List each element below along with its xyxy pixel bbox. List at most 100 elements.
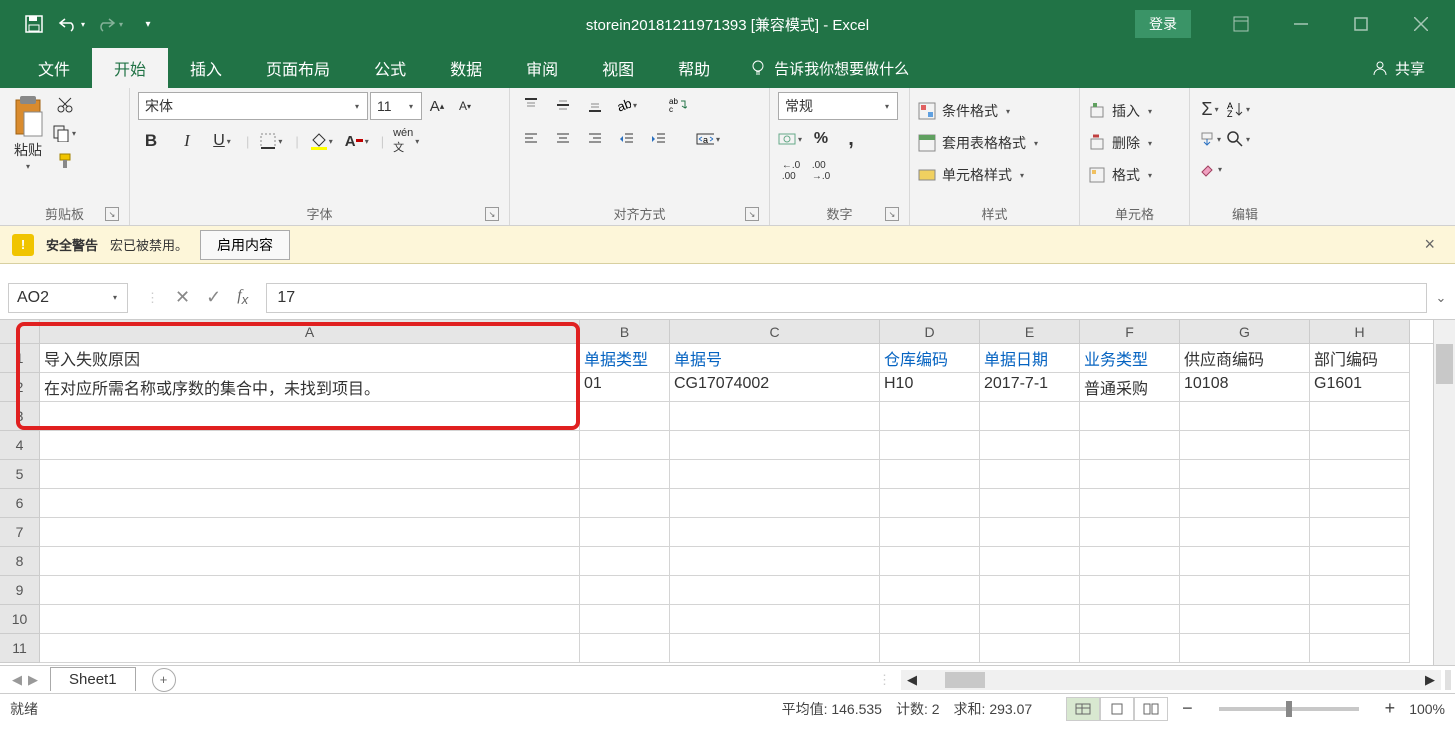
- cell-A3[interactable]: [40, 402, 580, 431]
- cell-D3[interactable]: [880, 402, 980, 431]
- align-center-button[interactable]: [550, 126, 576, 152]
- sheet-nav-prev[interactable]: ◀: [12, 672, 22, 688]
- cell-F9[interactable]: [1080, 576, 1180, 605]
- tab-formula[interactable]: 公式: [352, 48, 428, 88]
- cell-F7[interactable]: [1080, 518, 1180, 547]
- cell-H8[interactable]: [1310, 547, 1410, 576]
- percent-format-button[interactable]: %: [808, 126, 834, 152]
- cell-F6[interactable]: [1080, 489, 1180, 518]
- zoom-level[interactable]: 100%: [1409, 701, 1445, 717]
- insert-cells-button[interactable]: 插入▾: [1088, 96, 1154, 126]
- row-header[interactable]: 9: [0, 576, 40, 605]
- horizontal-scrollbar[interactable]: ◀ ▶: [901, 670, 1441, 690]
- hscroll-right[interactable]: ▶: [1419, 672, 1441, 688]
- bold-button[interactable]: B: [138, 128, 164, 154]
- zoom-out-button[interactable]: −: [1182, 698, 1193, 719]
- tab-layout[interactable]: 页面布局: [244, 48, 352, 88]
- cell-C4[interactable]: [670, 431, 880, 460]
- zoom-thumb[interactable]: [1286, 701, 1292, 717]
- cell-G1[interactable]: 供应商编码: [1180, 344, 1310, 373]
- font-color-button[interactable]: A▾: [345, 128, 371, 154]
- cell-D6[interactable]: [880, 489, 980, 518]
- fx-icon[interactable]: fx: [237, 287, 248, 307]
- row-header[interactable]: 10: [0, 605, 40, 634]
- cut-button[interactable]: [52, 92, 78, 118]
- tab-view[interactable]: 视图: [580, 48, 656, 88]
- align-left-button[interactable]: [518, 126, 544, 152]
- cell-C9[interactable]: [670, 576, 880, 605]
- paste-button[interactable]: 粘贴 ▾: [8, 92, 48, 173]
- cell-B9[interactable]: [580, 576, 670, 605]
- cell-H9[interactable]: [1310, 576, 1410, 605]
- border-button[interactable]: ▾: [259, 128, 285, 154]
- col-header-H[interactable]: H: [1310, 320, 1410, 343]
- cell-A8[interactable]: [40, 547, 580, 576]
- row-header[interactable]: 6: [0, 489, 40, 518]
- tab-home[interactable]: 开始: [92, 48, 168, 88]
- minimize-button[interactable]: [1271, 0, 1331, 48]
- cell-G6[interactable]: [1180, 489, 1310, 518]
- cell-B10[interactable]: [580, 605, 670, 634]
- cell-styles-button[interactable]: 单元格样式▾: [918, 160, 1026, 190]
- orientation-button[interactable]: ab▾: [614, 92, 640, 118]
- cell-A4[interactable]: [40, 431, 580, 460]
- cell-E3[interactable]: [980, 402, 1080, 431]
- close-button[interactable]: [1391, 0, 1451, 48]
- undo-button[interactable]: ▾: [54, 7, 90, 41]
- align-dialog-launcher[interactable]: ↘: [745, 207, 759, 221]
- tell-me-input[interactable]: 告诉我你想要做什么: [732, 58, 909, 79]
- formula-expand-button[interactable]: ⌄: [1427, 290, 1455, 306]
- cell-E6[interactable]: [980, 489, 1080, 518]
- zoom-slider[interactable]: [1219, 707, 1359, 711]
- phonetic-button[interactable]: wén文▾: [394, 128, 420, 154]
- table-format-button[interactable]: 套用表格格式▾: [918, 128, 1040, 158]
- wrap-text-button[interactable]: abc: [664, 92, 690, 118]
- hscroll-left[interactable]: ◀: [901, 672, 923, 688]
- cell-F11[interactable]: [1080, 634, 1180, 663]
- cell-C10[interactable]: [670, 605, 880, 634]
- qat-customize[interactable]: ▾: [130, 7, 166, 41]
- cell-H5[interactable]: [1310, 460, 1410, 489]
- cell-H3[interactable]: [1310, 402, 1410, 431]
- cell-E7[interactable]: [980, 518, 1080, 547]
- vscroll-thumb[interactable]: [1436, 344, 1453, 384]
- cell-E1[interactable]: 单据日期: [980, 344, 1080, 373]
- sheet-resize-handle[interactable]: [1445, 670, 1451, 690]
- row-header[interactable]: 4: [0, 431, 40, 460]
- cell-F3[interactable]: [1080, 402, 1180, 431]
- view-normal-button[interactable]: [1066, 697, 1100, 721]
- conditional-format-button[interactable]: 条件格式▾: [918, 96, 1012, 126]
- cell-B5[interactable]: [580, 460, 670, 489]
- cell-D7[interactable]: [880, 518, 980, 547]
- cell-D2[interactable]: H10: [880, 373, 980, 402]
- view-page-layout-button[interactable]: [1100, 697, 1134, 721]
- cell-A6[interactable]: [40, 489, 580, 518]
- add-sheet-button[interactable]: +: [152, 668, 176, 692]
- tab-data[interactable]: 数据: [428, 48, 504, 88]
- cell-D4[interactable]: [880, 431, 980, 460]
- decrease-font-button[interactable]: A▾: [452, 93, 478, 119]
- decrease-decimal-button[interactable]: .00→.0: [808, 158, 834, 184]
- ribbon-options-button[interactable]: [1211, 0, 1271, 48]
- cell-A1[interactable]: 导入失败原因: [40, 344, 580, 373]
- cell-F8[interactable]: [1080, 547, 1180, 576]
- cell-G4[interactable]: [1180, 431, 1310, 460]
- cell-C3[interactable]: [670, 402, 880, 431]
- fill-button[interactable]: ▾: [1198, 126, 1224, 152]
- align-right-button[interactable]: [582, 126, 608, 152]
- clipboard-dialog-launcher[interactable]: ↘: [105, 207, 119, 221]
- format-painter-button[interactable]: [52, 148, 78, 174]
- col-header-G[interactable]: G: [1180, 320, 1310, 343]
- cell-G3[interactable]: [1180, 402, 1310, 431]
- cell-H6[interactable]: [1310, 489, 1410, 518]
- vertical-scrollbar[interactable]: [1433, 320, 1455, 665]
- find-select-button[interactable]: ▾: [1226, 126, 1252, 152]
- accept-formula-button[interactable]: ✓: [206, 287, 221, 308]
- save-button[interactable]: [16, 7, 52, 41]
- cell-B7[interactable]: [580, 518, 670, 547]
- format-cells-button[interactable]: 格式▾: [1088, 160, 1154, 190]
- cell-E11[interactable]: [980, 634, 1080, 663]
- cell-D8[interactable]: [880, 547, 980, 576]
- cancel-formula-button[interactable]: ✕: [175, 287, 190, 308]
- cell-C7[interactable]: [670, 518, 880, 547]
